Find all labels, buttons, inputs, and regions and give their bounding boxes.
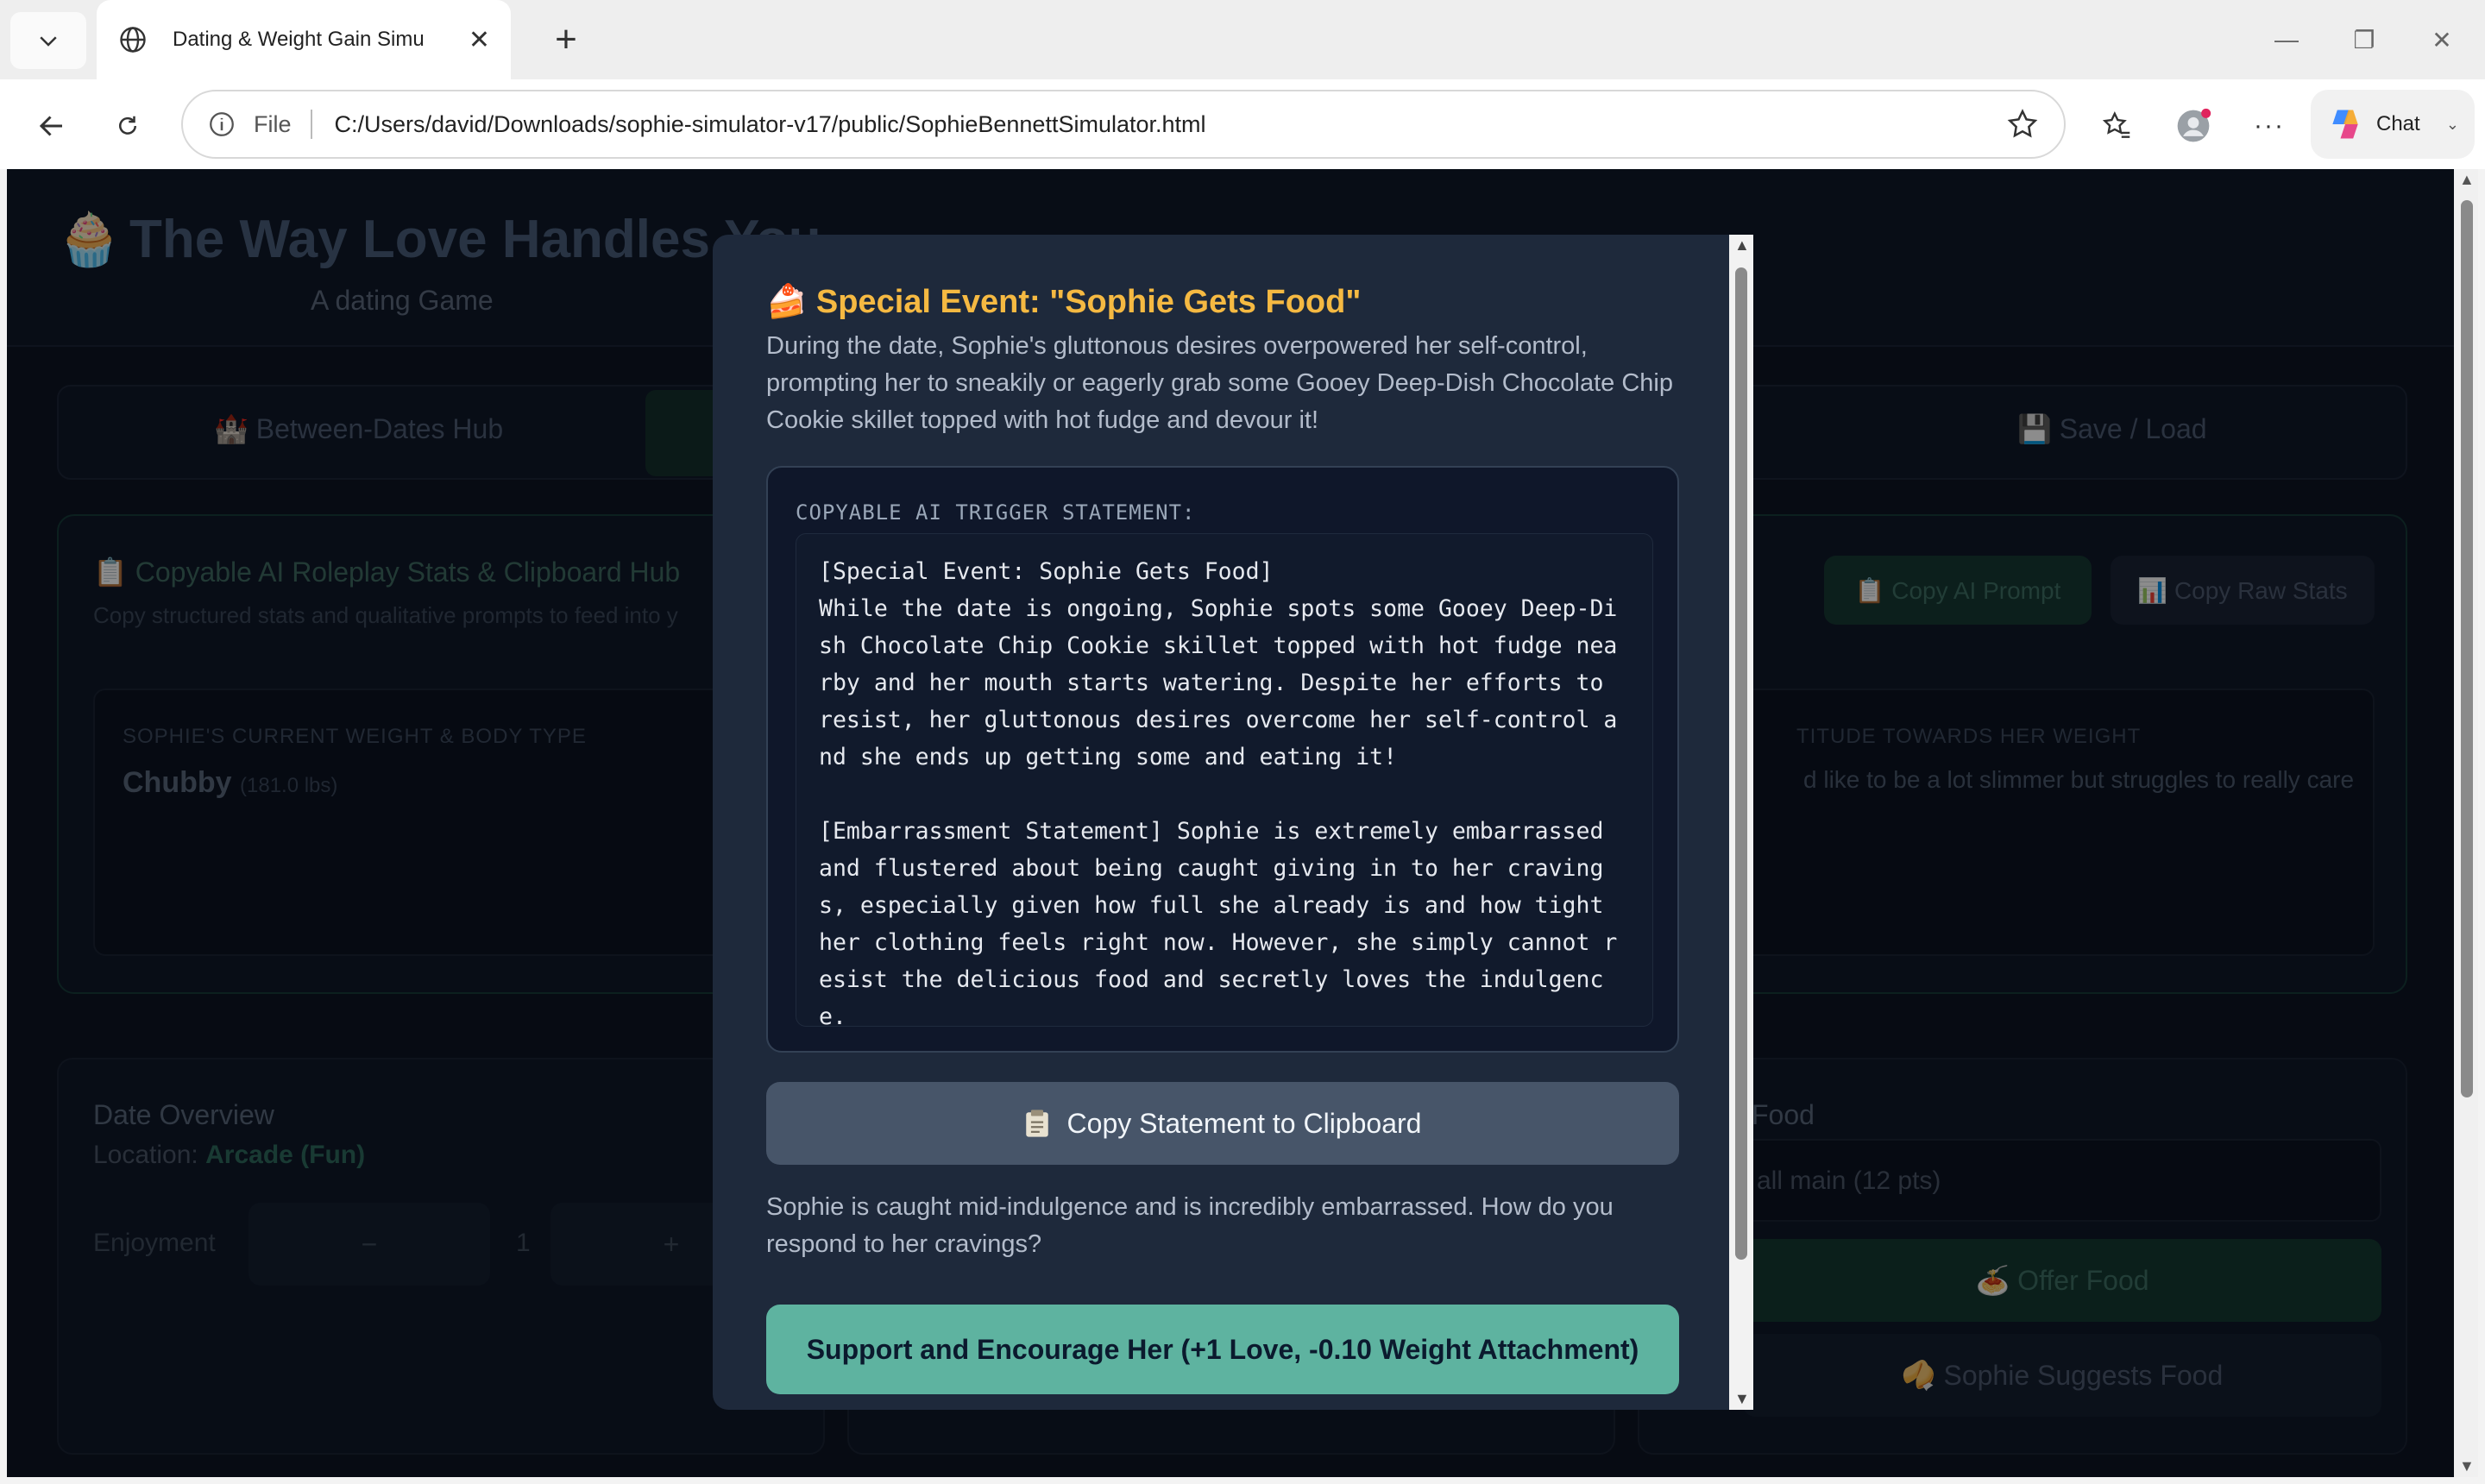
address-separator xyxy=(310,110,312,139)
avatar-icon xyxy=(2177,108,2211,142)
trigger-statement-label: COPYABLE AI TRIGGER STATEMENT: xyxy=(796,500,1196,525)
chat-label: Chat xyxy=(2376,112,2420,135)
modal-description: During the date, Sophie's gluttonous des… xyxy=(766,332,1673,434)
reload-icon xyxy=(119,116,136,135)
more-icon: ··· xyxy=(2254,111,2285,140)
tab-actions-menu[interactable] xyxy=(10,12,86,69)
browser-toolbar: File C:/Users/david/Downloads/sophie-sim… xyxy=(0,79,2485,169)
browser-tab-bar: Dating & Weight Gain Simu ✕ + — ❐ ✕ xyxy=(0,0,2485,79)
address-scheme: File xyxy=(254,110,292,137)
statement-heading: [Special Event: Sophie Gets Food] xyxy=(819,558,1274,585)
trigger-statement-text[interactable]: [Special Event: Sophie Gets Food] While … xyxy=(796,533,1653,1030)
page-scrollbar[interactable]: ▲ ▼ xyxy=(2454,169,2478,1477)
page-scroll-thumb[interactable] xyxy=(2461,200,2473,1097)
chevron-down-icon[interactable]: ⌄ xyxy=(2446,116,2459,134)
modal-title: 🍰 Special Event: "Sophie Gets Food" xyxy=(766,284,1362,320)
profile-button[interactable] xyxy=(2167,100,2219,152)
response-prompt: Sophie is caught mid-indulgence and is i… xyxy=(766,1193,1614,1258)
arrow-left-icon xyxy=(39,116,62,136)
more-options-button[interactable]: ··· xyxy=(2243,100,2295,152)
scroll-up-icon[interactable]: ▲ xyxy=(1734,236,1750,255)
copilot-icon xyxy=(2332,110,2358,139)
globe-icon xyxy=(120,27,146,53)
support-encourage-button[interactable]: Support and Encourage Her (+1 Love, -0.1… xyxy=(766,1305,1679,1394)
copilot-chat-button[interactable]: Chat ⌄ xyxy=(2311,90,2475,159)
favorites-button[interactable] xyxy=(2092,100,2143,152)
copy-statement-label: Copy Statement to Clipboard xyxy=(1066,1107,1422,1139)
modal-scroll-thumb[interactable] xyxy=(1735,267,1747,1260)
restore-button[interactable]: ❐ xyxy=(2338,16,2390,64)
address-bar[interactable]: File C:/Users/david/Downloads/sophie-sim… xyxy=(181,90,2066,159)
clipboard-icon xyxy=(1025,1110,1048,1137)
new-tab-button[interactable]: + xyxy=(544,17,588,62)
info-icon[interactable] xyxy=(207,110,236,139)
tab-title: Dating & Weight Gain Simu xyxy=(173,28,425,51)
browser-tab-active[interactable]: Dating & Weight Gain Simu ✕ xyxy=(97,0,511,79)
statement-body: While the date is ongoing, Sophie spots … xyxy=(819,595,1618,770)
close-tab-icon[interactable]: ✕ xyxy=(469,25,490,55)
favorite-star-icon[interactable] xyxy=(2005,107,2040,141)
page-viewport: 🧁 The Way Love Handles You A dating Game… xyxy=(7,169,2454,1477)
scroll-up-icon[interactable]: ▲ xyxy=(2459,171,2475,189)
chevron-down-icon xyxy=(40,36,57,47)
reload-button[interactable] xyxy=(102,100,154,152)
scroll-down-icon[interactable]: ▼ xyxy=(1734,1390,1750,1408)
address-url[interactable]: C:/Users/david/Downloads/sophie-simulato… xyxy=(335,111,1206,138)
minimize-button[interactable]: — xyxy=(2261,16,2312,64)
modal-scrollbar[interactable]: ▲ ▼ xyxy=(1729,235,1753,1410)
trigger-statement-box: COPYABLE AI TRIGGER STATEMENT: [Special … xyxy=(766,466,1679,1053)
special-event-modal: 🍰 Special Event: "Sophie Gets Food" Duri… xyxy=(713,235,1753,1410)
favorites-list-icon xyxy=(2102,110,2130,138)
close-window-button[interactable]: ✕ xyxy=(2416,16,2468,64)
back-button[interactable] xyxy=(26,100,78,152)
copy-statement-button[interactable]: Copy Statement to Clipboard xyxy=(766,1082,1679,1165)
statement-embarrassment: [Embarrassment Statement] Sophie is extr… xyxy=(819,818,1618,1030)
scroll-down-icon[interactable]: ▼ xyxy=(2459,1457,2475,1475)
